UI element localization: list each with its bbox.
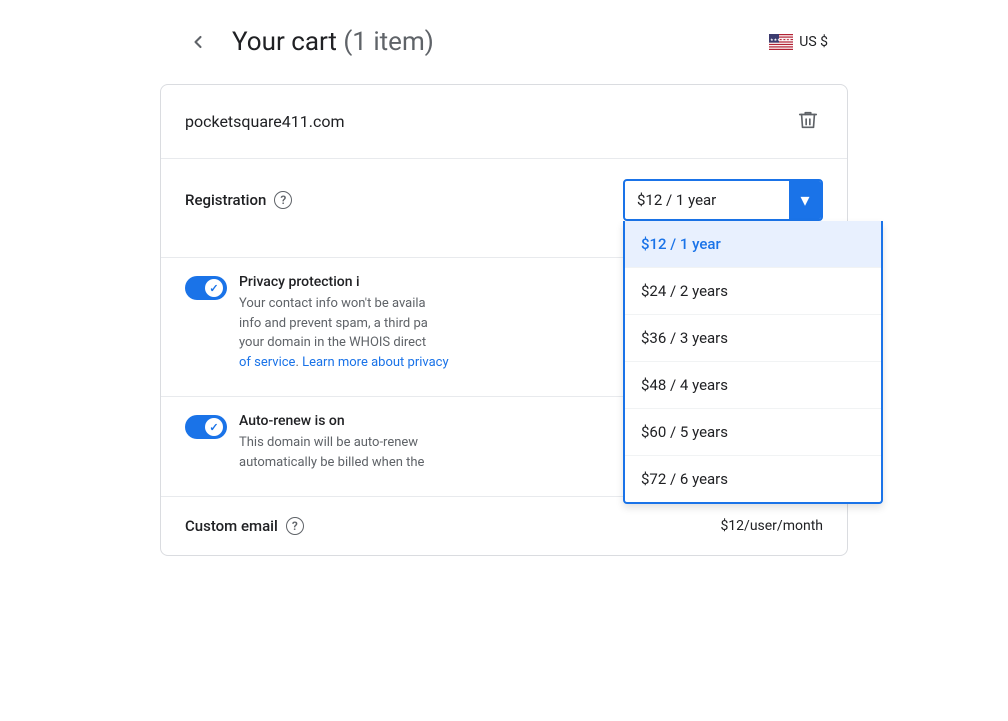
header: Your cart (1 item) ★★★★★★ US $ — [0, 0, 1008, 76]
dropdown-item[interactable]: $48 / 4 years — [625, 362, 881, 409]
registration-dropdown-wrapper: $12 / 1 year ▾ $12 / 1 year$24 / 2 years… — [623, 179, 823, 221]
privacy-toggle[interactable]: ✓ — [185, 276, 227, 300]
back-button[interactable] — [180, 24, 216, 60]
toggle-thumb: ✓ — [205, 279, 223, 297]
dropdown-item[interactable]: $36 / 3 years — [625, 315, 881, 362]
autorenew-toggle-track: ✓ — [185, 415, 227, 439]
dropdown-item[interactable]: $60 / 5 years — [625, 409, 881, 456]
page: Your cart (1 item) ★★★★★★ US $ pocke — [0, 0, 1008, 721]
registration-dropdown[interactable]: $12 / 1 year ▾ — [623, 179, 823, 221]
svg-text:★★★★★★: ★★★★★★ — [770, 37, 792, 42]
dropdown-item[interactable]: $72 / 6 years — [625, 456, 881, 502]
registration-section: Registration ? $12 / 1 year ▾ — [161, 159, 847, 258]
toggle-track: ✓ — [185, 276, 227, 300]
autorenew-check-icon: ✓ — [209, 421, 218, 434]
autorenew-toggle[interactable]: ✓ — [185, 415, 227, 439]
custom-email-price: $12/user/month — [720, 518, 823, 534]
dropdown-scroll[interactable]: $12 / 1 year$24 / 2 years$36 / 3 years$4… — [625, 221, 881, 502]
registration-help-icon[interactable]: ? — [274, 191, 292, 209]
custom-email-label: Custom email ? — [185, 517, 304, 535]
dropdown-item[interactable]: $12 / 1 year — [625, 221, 881, 268]
chevron-down-icon: ▾ — [800, 190, 809, 211]
us-flag-icon: ★★★★★★ — [769, 34, 793, 50]
delete-button[interactable] — [793, 105, 823, 138]
dropdown-item[interactable]: $24 / 2 years — [625, 268, 881, 315]
domain-name: pocketsquare411.com — [185, 112, 345, 131]
dropdown-selected-value: $12 / 1 year — [637, 191, 716, 209]
page-title: Your cart (1 item) — [232, 27, 753, 57]
custom-email-help-icon[interactable]: ? — [286, 517, 304, 535]
registration-label: Registration ? — [185, 191, 292, 209]
dropdown-arrow: ▾ — [789, 181, 821, 219]
cart-card: pocketsquare411.com Registration ? — [160, 84, 848, 556]
learn-more-link[interactable]: Learn more about privacy — [302, 355, 449, 370]
currency-label: US $ — [799, 34, 828, 50]
autorenew-toggle-thumb: ✓ — [205, 418, 223, 436]
registration-header: Registration ? $12 / 1 year ▾ — [185, 179, 823, 221]
custom-email-row: Custom email ? $12/user/month — [161, 497, 847, 555]
terms-link[interactable]: of service — [239, 355, 295, 370]
domain-row: pocketsquare411.com — [161, 85, 847, 159]
currency-selector[interactable]: ★★★★★★ US $ — [769, 34, 828, 50]
dropdown-menu: $12 / 1 year$24 / 2 years$36 / 3 years$4… — [623, 221, 883, 504]
toggle-check-icon: ✓ — [209, 282, 218, 295]
